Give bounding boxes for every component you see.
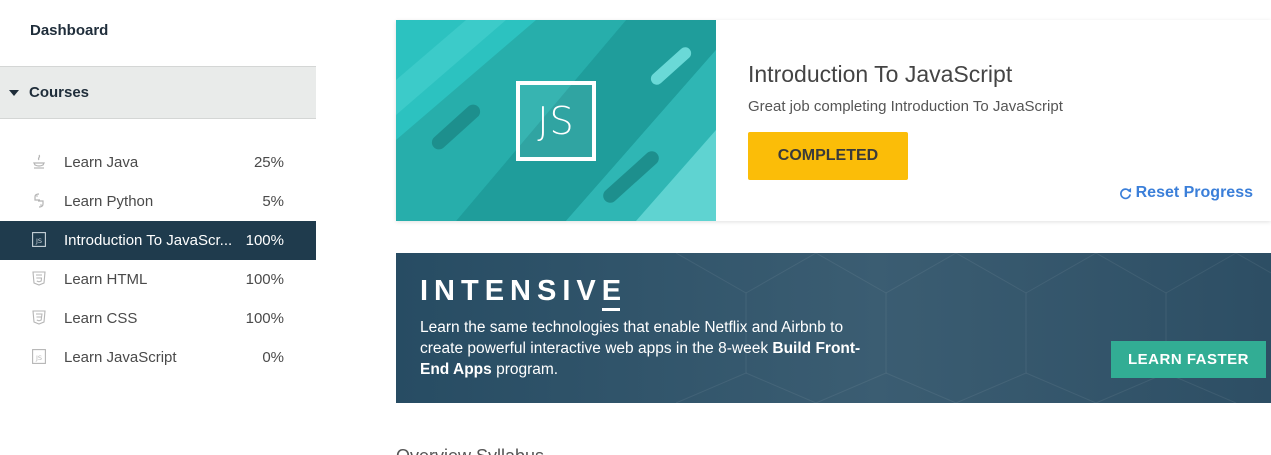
courses-label: Courses (29, 84, 90, 101)
title-underline (602, 308, 620, 311)
reset-progress-label: Reset Progress (1135, 184, 1253, 201)
course-title: Introduction To JavaScript (748, 61, 1013, 87)
js-logo-badge: JS (516, 81, 596, 161)
course-percent: 100% (245, 232, 284, 249)
course-item-learn-html[interactable]: Learn HTML 100% (0, 260, 316, 299)
java-icon (32, 154, 46, 169)
dashboard-link[interactable]: Dashboard (30, 22, 108, 39)
course-name: Learn Java (64, 154, 139, 171)
course-item-introduction-to-javascript[interactable]: JS Introduction To JavaScr... 100% (0, 221, 316, 260)
python-icon (32, 193, 46, 208)
intensive-title: INTENSIVE (420, 275, 628, 307)
caret-down-icon (9, 89, 19, 96)
course-name: Learn CSS (64, 310, 138, 327)
course-name: Learn JavaScript (64, 349, 177, 366)
css3-icon (32, 310, 46, 325)
js-icon: JS (32, 232, 46, 247)
course-name: Learn Python (64, 193, 154, 210)
app: Dashboard Courses Learn Java 25% Learn P… (0, 0, 1271, 455)
course-name: Learn HTML (64, 271, 148, 288)
course-cover-image: JS (396, 20, 716, 221)
js-icon: JS (32, 349, 46, 364)
course-percent: 5% (262, 193, 284, 210)
refresh-icon (1119, 187, 1131, 199)
course-item-learn-css[interactable]: Learn CSS 100% (0, 299, 316, 338)
course-item-learn-python[interactable]: Learn Python 5% (0, 182, 316, 221)
completed-button[interactable]: COMPLETED (748, 132, 908, 180)
intensive-banner: INTENSIVE Learn the same technologies th… (396, 253, 1271, 403)
syllabus-heading: Overview Syllabus (396, 446, 544, 455)
course-list: Learn Java 25% Learn Python 5% JS Introd… (0, 143, 316, 377)
course-percent: 0% (262, 349, 284, 366)
reset-progress-link[interactable]: Reset Progress (1119, 184, 1253, 202)
description-end: program. (491, 361, 559, 378)
course-percent: 100% (245, 310, 284, 327)
course-percent: 100% (245, 271, 284, 288)
sidebar: Dashboard Courses Learn Java 25% Learn P… (0, 0, 316, 455)
course-item-learn-java[interactable]: Learn Java 25% (0, 143, 316, 182)
svg-text:JS: JS (35, 354, 42, 362)
html5-icon (32, 271, 46, 286)
course-percent: 25% (253, 154, 284, 171)
courses-section-header[interactable]: Courses (0, 66, 316, 119)
course-subtitle: Great job completing Introduction To Jav… (748, 98, 1063, 115)
course-item-learn-javascript[interactable]: JS Learn JavaScript 0% (0, 338, 316, 377)
learn-faster-button[interactable]: LEARN FASTER (1111, 341, 1266, 378)
svg-text:JS: JS (35, 237, 42, 245)
course-name: Introduction To JavaScr... (64, 232, 233, 249)
course-completion-card: JS Introduction To JavaScript Great job … (396, 20, 1271, 221)
intensive-description: Learn the same technologies that enable … (420, 317, 870, 380)
